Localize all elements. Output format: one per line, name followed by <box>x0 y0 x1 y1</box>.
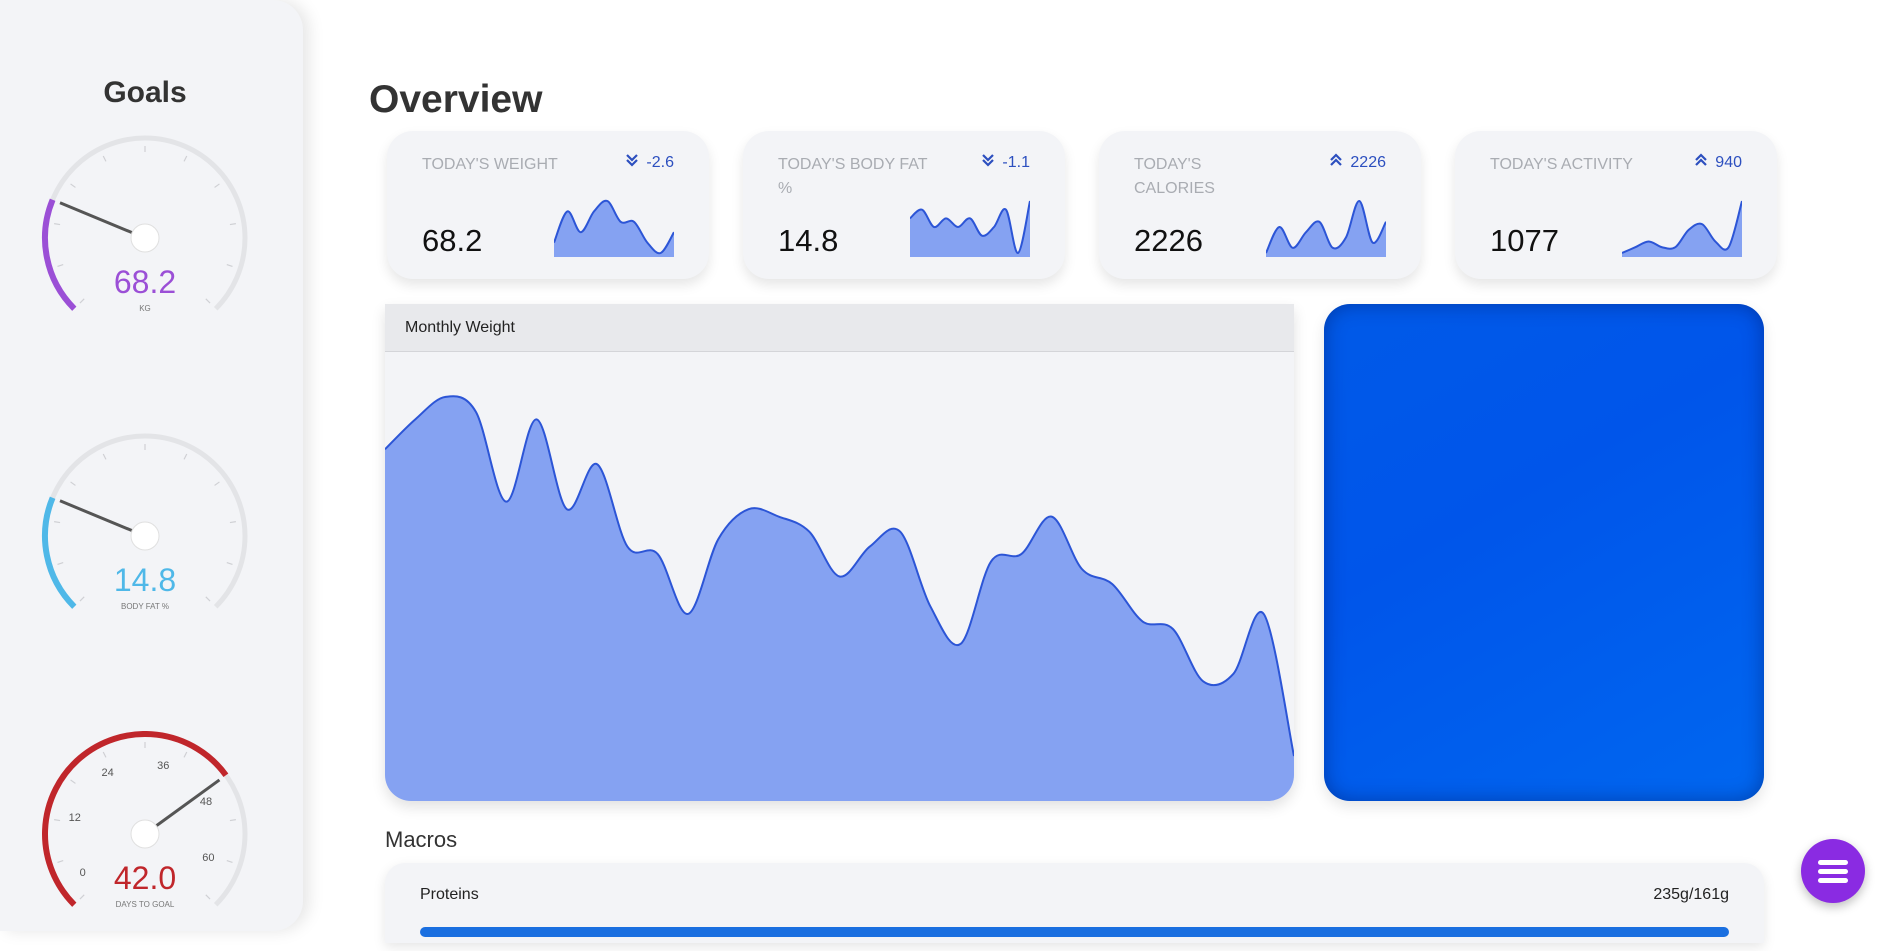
monthly-weight-panel: Monthly Weight <box>385 304 1294 801</box>
stat-card-sparkline <box>1266 199 1386 257</box>
goal-gauge: 42.0 DAYS TO GOAL 0 12 24 36 48 60 <box>35 731 255 951</box>
gauge-tick <box>70 779 76 784</box>
gauge-hub <box>130 223 160 253</box>
goals-sidebar: Goals 68.2 KG 14.8 BODY FAT % 42.0 DAYS TO GO… <box>0 0 303 931</box>
gauge-unit: BODY FAT % <box>120 602 169 611</box>
goal-gauge: 14.8 BODY FAT % <box>35 433 255 653</box>
gauge-dial <box>42 135 248 311</box>
stat-card-label: TODAY'S WEIGHT <box>422 156 558 173</box>
gauge-unit: KG <box>139 304 151 313</box>
gauge-value: 68.2 <box>113 264 177 300</box>
hamburger-menu-icon[interactable] <box>1801 839 1865 903</box>
page-title: Overview <box>369 78 543 121</box>
stat-card-delta-value: 2226 <box>1350 154 1386 171</box>
stat-card-delta: -1.1 <box>982 153 1030 172</box>
gauge-tick <box>102 155 107 162</box>
gauge-tick <box>229 819 236 822</box>
stat-card-label: TODAY'S ACTIVITY <box>1490 156 1633 173</box>
stat-card-label: TODAY'S BODY FAT % <box>778 156 928 197</box>
gauge-tick <box>183 155 188 162</box>
goal-gauge: 68.2 KG <box>35 135 255 355</box>
stat-card-delta: 2226 <box>1330 153 1386 172</box>
stat-card-sparkline <box>910 200 1030 257</box>
stat-card-delta-value: -2.6 <box>646 154 674 171</box>
gauge-tick <box>183 453 188 460</box>
gauge-tick <box>229 223 236 226</box>
macro-progress-fill <box>420 927 1729 937</box>
macro-progress-bar <box>420 927 1729 937</box>
gauge-tick-label: 12 <box>68 812 81 825</box>
gauge-tick <box>102 453 107 460</box>
gauge-hub <box>130 521 160 551</box>
sidebar-title: Goals <box>103 76 187 109</box>
gauge-dial <box>42 433 248 609</box>
gauge-hub <box>130 819 160 849</box>
stat-card-value: 68.2 <box>422 223 483 258</box>
gauge-unit: DAYS TO GOAL <box>115 900 175 909</box>
double-chevron-up-icon <box>1695 153 1708 171</box>
macros-card: Proteins 235g/161g <box>385 863 1764 943</box>
gauge-tick <box>102 751 107 758</box>
stat-card-label: TODAY'S CALORIES <box>1134 156 1215 197</box>
gauge-tick <box>214 481 220 486</box>
stat-card: TODAY'S BODY FAT % -1.1 14.8 <box>743 131 1065 279</box>
gauge-tick-label: 0 <box>79 867 86 880</box>
gauge-tick <box>54 521 61 524</box>
gauge-tick <box>183 751 188 758</box>
stat-card: TODAY'S ACTIVITY 940 1077 <box>1455 131 1777 279</box>
stat-card: TODAY'S WEIGHT -2.6 68.2 <box>387 131 709 279</box>
gauge-tick <box>70 481 76 486</box>
gauge-tick <box>70 183 76 188</box>
gauge-value: 14.8 <box>113 562 177 598</box>
stat-card: TODAY'S CALORIES 2226 2226 <box>1099 131 1421 279</box>
stat-card-delta-value: -1.1 <box>1002 154 1030 171</box>
gauge-tick-label: 36 <box>157 759 170 772</box>
stat-card-delta-value: 940 <box>1715 154 1742 171</box>
stat-card-delta: 940 <box>1695 153 1742 172</box>
gauge-dial <box>42 731 248 907</box>
double-chevron-down-icon <box>982 153 995 171</box>
monthly-weight-header: Monthly Weight <box>385 304 1294 352</box>
macros-title: Macros <box>385 827 458 852</box>
stat-card-sparkline <box>1622 200 1742 257</box>
gauge-value: 42.0 <box>113 860 177 896</box>
gauge-tick <box>214 183 220 188</box>
stat-card-value: 2226 <box>1134 223 1203 258</box>
gauge-tick-label: 24 <box>101 766 114 779</box>
stat-card-value: 14.8 <box>778 223 839 258</box>
gauge-tick <box>54 223 61 226</box>
gauge-tick <box>229 521 236 524</box>
stat-card-delta: -2.6 <box>626 153 674 172</box>
blue-panel <box>1324 304 1764 801</box>
gauge-tick-label: 48 <box>199 796 213 809</box>
double-chevron-down-icon <box>626 153 639 171</box>
stat-card-sparkline <box>554 199 674 257</box>
double-chevron-up-icon <box>1330 153 1343 171</box>
macro-label: Proteins <box>420 886 479 903</box>
stat-card-value: 1077 <box>1490 223 1559 258</box>
macro-amount: 235g/161g <box>1653 886 1729 903</box>
gauge-tick <box>54 819 61 822</box>
gauge-tick-label: 60 <box>202 852 215 865</box>
monthly-weight-chart <box>385 395 1294 801</box>
